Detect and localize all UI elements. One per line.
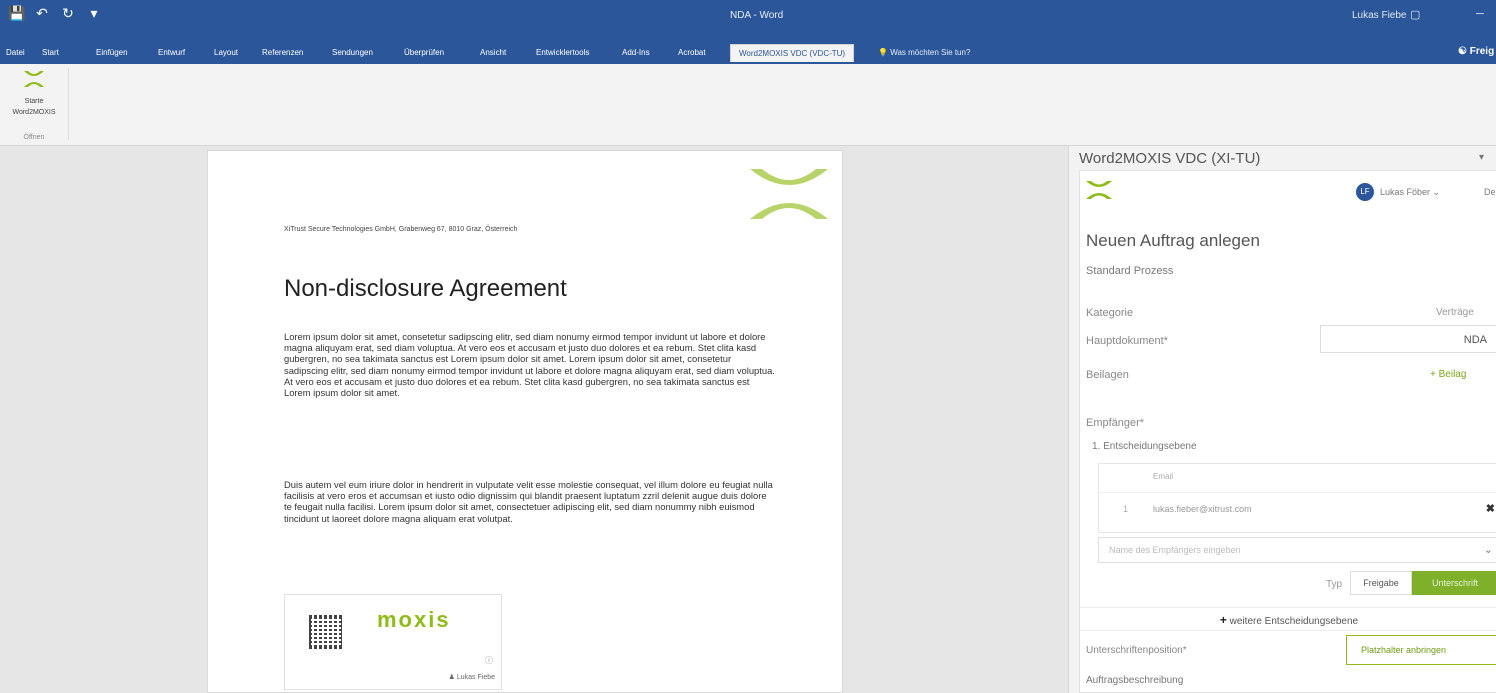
- approval-toggle-button[interactable]: Freigabe: [1350, 571, 1412, 595]
- tab-referenzen[interactable]: Referenzen: [262, 48, 303, 57]
- customize-qat-icon[interactable]: ▾: [86, 6, 102, 22]
- person-icon: ☯: [1458, 46, 1467, 57]
- chevron-down-icon[interactable]: ⌄: [1484, 543, 1493, 556]
- body-paragraph: Lorem ipsum dolor sit amet, consetetur s…: [284, 331, 775, 399]
- document-page[interactable]: XiTrust Secure Technologies GmbH, Graben…: [207, 150, 843, 693]
- moxis-x-icon: [1086, 181, 1112, 199]
- add-decision-level-label: weitere Entscheidungsebene: [1229, 616, 1359, 627]
- signature-user: ♟ Lukas Fiebe: [449, 673, 495, 681]
- tab-sendungen[interactable]: Sendungen: [332, 48, 373, 57]
- form-heading: Neuen Auftrag anlegen: [1086, 231, 1260, 250]
- company-address: XiTrust Secure Technologies GmbH, Graben…: [284, 226, 518, 233]
- process-name: Standard Prozess: [1086, 265, 1174, 277]
- ribbon-group-label: Öffnen: [23, 134, 45, 141]
- tab-start[interactable]: Start: [42, 48, 59, 57]
- remove-recipient-icon[interactable]: ✖: [1486, 502, 1495, 515]
- undo-icon[interactable]: ↶: [34, 6, 50, 22]
- language-selector[interactable]: De: [1484, 187, 1496, 197]
- category-value[interactable]: Verträge: [1436, 307, 1474, 318]
- lightbulb-icon: 💡: [878, 48, 888, 57]
- signature-info-icon: ⓘ: [485, 656, 493, 665]
- signature-block[interactable]: moxis ⓘ ♟ Lukas Fiebe: [284, 594, 502, 690]
- tell-me-label: Was möchten Sie tun?: [890, 48, 971, 57]
- pane-menu-icon[interactable]: ▾: [1479, 152, 1484, 163]
- tab-einfuegen[interactable]: Einfügen: [96, 48, 128, 57]
- signature-user-name: Lukas Fiebe: [456, 674, 495, 681]
- share-label: Freig: [1469, 46, 1495, 57]
- tab-entwurf[interactable]: Entwurf: [158, 48, 185, 57]
- recipients-table: Email 1 lukas.fieber@xitrust.com ✖: [1098, 463, 1496, 533]
- order-description-label: Auftragsbeschreibung: [1086, 675, 1184, 686]
- quick-access-toolbar: 💾 ↶ ↻ ▾: [8, 6, 102, 22]
- tab-ueberpruefen[interactable]: Überprüfen: [404, 48, 444, 57]
- recipients-label: Empfänger*: [1086, 417, 1145, 429]
- recipient-placeholder: Name des Empfängers eingeben: [1109, 545, 1241, 555]
- main-document-label: Hauptdokument*: [1086, 335, 1168, 347]
- save-icon[interactable]: 💾: [8, 6, 25, 22]
- redo-icon[interactable]: ↻: [60, 6, 76, 22]
- main-document-value: NDA: [1463, 334, 1487, 346]
- moxis-logo: moxis: [377, 607, 451, 632]
- recipient-input[interactable]: Name des Empfängers eingeben ⌄: [1098, 537, 1496, 563]
- ribbon-separator: [68, 68, 69, 140]
- tab-datei[interactable]: Datei: [6, 48, 25, 57]
- document-title: NDA - Word: [730, 10, 784, 21]
- tell-me-search[interactable]: 💡 Was möchten Sie tun?: [878, 48, 970, 57]
- ribbon-tabs: Datei Start Einfügen Entwurf Layout Refe…: [0, 34, 1496, 64]
- ribbon-panel: Starte Word2MOXIS Öffnen: [0, 64, 1496, 146]
- start-word2moxis-button[interactable]: Starte Word2MOXIS: [6, 68, 62, 117]
- tab-add-ins[interactable]: Add-Ins: [622, 48, 650, 57]
- signature-position-label: Unterschriftenposition*: [1086, 645, 1187, 656]
- document-heading: Non-disclosure Agreement: [284, 275, 567, 302]
- add-attachment-button[interactable]: + Beilag: [1430, 369, 1466, 380]
- email-column-header: Email: [1153, 472, 1174, 481]
- user-icon: ♟: [448, 674, 455, 681]
- body-paragraph: Duis autem vel eum iriure dolor in hendr…: [284, 479, 773, 524]
- title-bar: 💾 ↶ ↻ ▾ NDA - Word Lukas Fiebe ▢ ─: [0, 0, 1496, 34]
- moxis-x-icon: [24, 71, 44, 87]
- type-label: Typ: [1326, 579, 1343, 590]
- plus-icon: +: [1219, 613, 1227, 627]
- tab-acrobat[interactable]: Acrobat: [678, 48, 706, 57]
- place-placeholder-button[interactable]: Platzhalter anbringen: [1346, 635, 1496, 665]
- signed-in-user[interactable]: Lukas Fiebe: [1352, 10, 1406, 21]
- attachments-label: Beilagen: [1086, 369, 1129, 381]
- recipient-email: lukas.fieber@xitrust.com: [1153, 504, 1252, 514]
- signature-toggle-button[interactable]: Unterschrift: [1412, 571, 1496, 595]
- add-decision-level-button[interactable]: + weitere Entscheidungsebene: [1080, 607, 1496, 631]
- table-divider: [1099, 492, 1496, 493]
- minimize-icon[interactable]: ─: [1476, 8, 1484, 20]
- xitrust-logo-icon: [750, 169, 828, 219]
- ribbon-display-icon[interactable]: ▢: [1410, 8, 1420, 21]
- ribbon-button-label-2: Word2MOXIS: [12, 109, 56, 116]
- task-pane: Word2MOXIS VDC (XI-TU) ▾ LF Lukas Föber …: [1068, 146, 1496, 693]
- main-document-field[interactable]: NDA: [1320, 325, 1496, 353]
- tab-ansicht[interactable]: Ansicht: [480, 48, 506, 57]
- order-form: LF Lukas Föber ⌄ De Neuen Auftrag anlege…: [1079, 170, 1496, 693]
- tab-layout[interactable]: Layout: [214, 48, 238, 57]
- share-button[interactable]: ☯ Freig: [1458, 46, 1494, 57]
- user-menu[interactable]: Lukas Föber ⌄: [1380, 187, 1440, 198]
- pane-title: Word2MOXIS VDC (XI-TU): [1079, 150, 1261, 167]
- tab-entwicklertools[interactable]: Entwicklertools: [536, 48, 589, 57]
- tab-word2moxis[interactable]: Word2MOXIS VDC (VDC-TU): [730, 44, 855, 62]
- row-number: 1: [1123, 504, 1129, 514]
- avatar[interactable]: LF: [1356, 183, 1374, 201]
- ribbon-button-label-1: Starte: [24, 98, 44, 105]
- decision-level-label: 1. Entscheidungsebene: [1092, 441, 1197, 452]
- category-label: Kategorie: [1086, 307, 1134, 319]
- qr-code: [309, 615, 343, 649]
